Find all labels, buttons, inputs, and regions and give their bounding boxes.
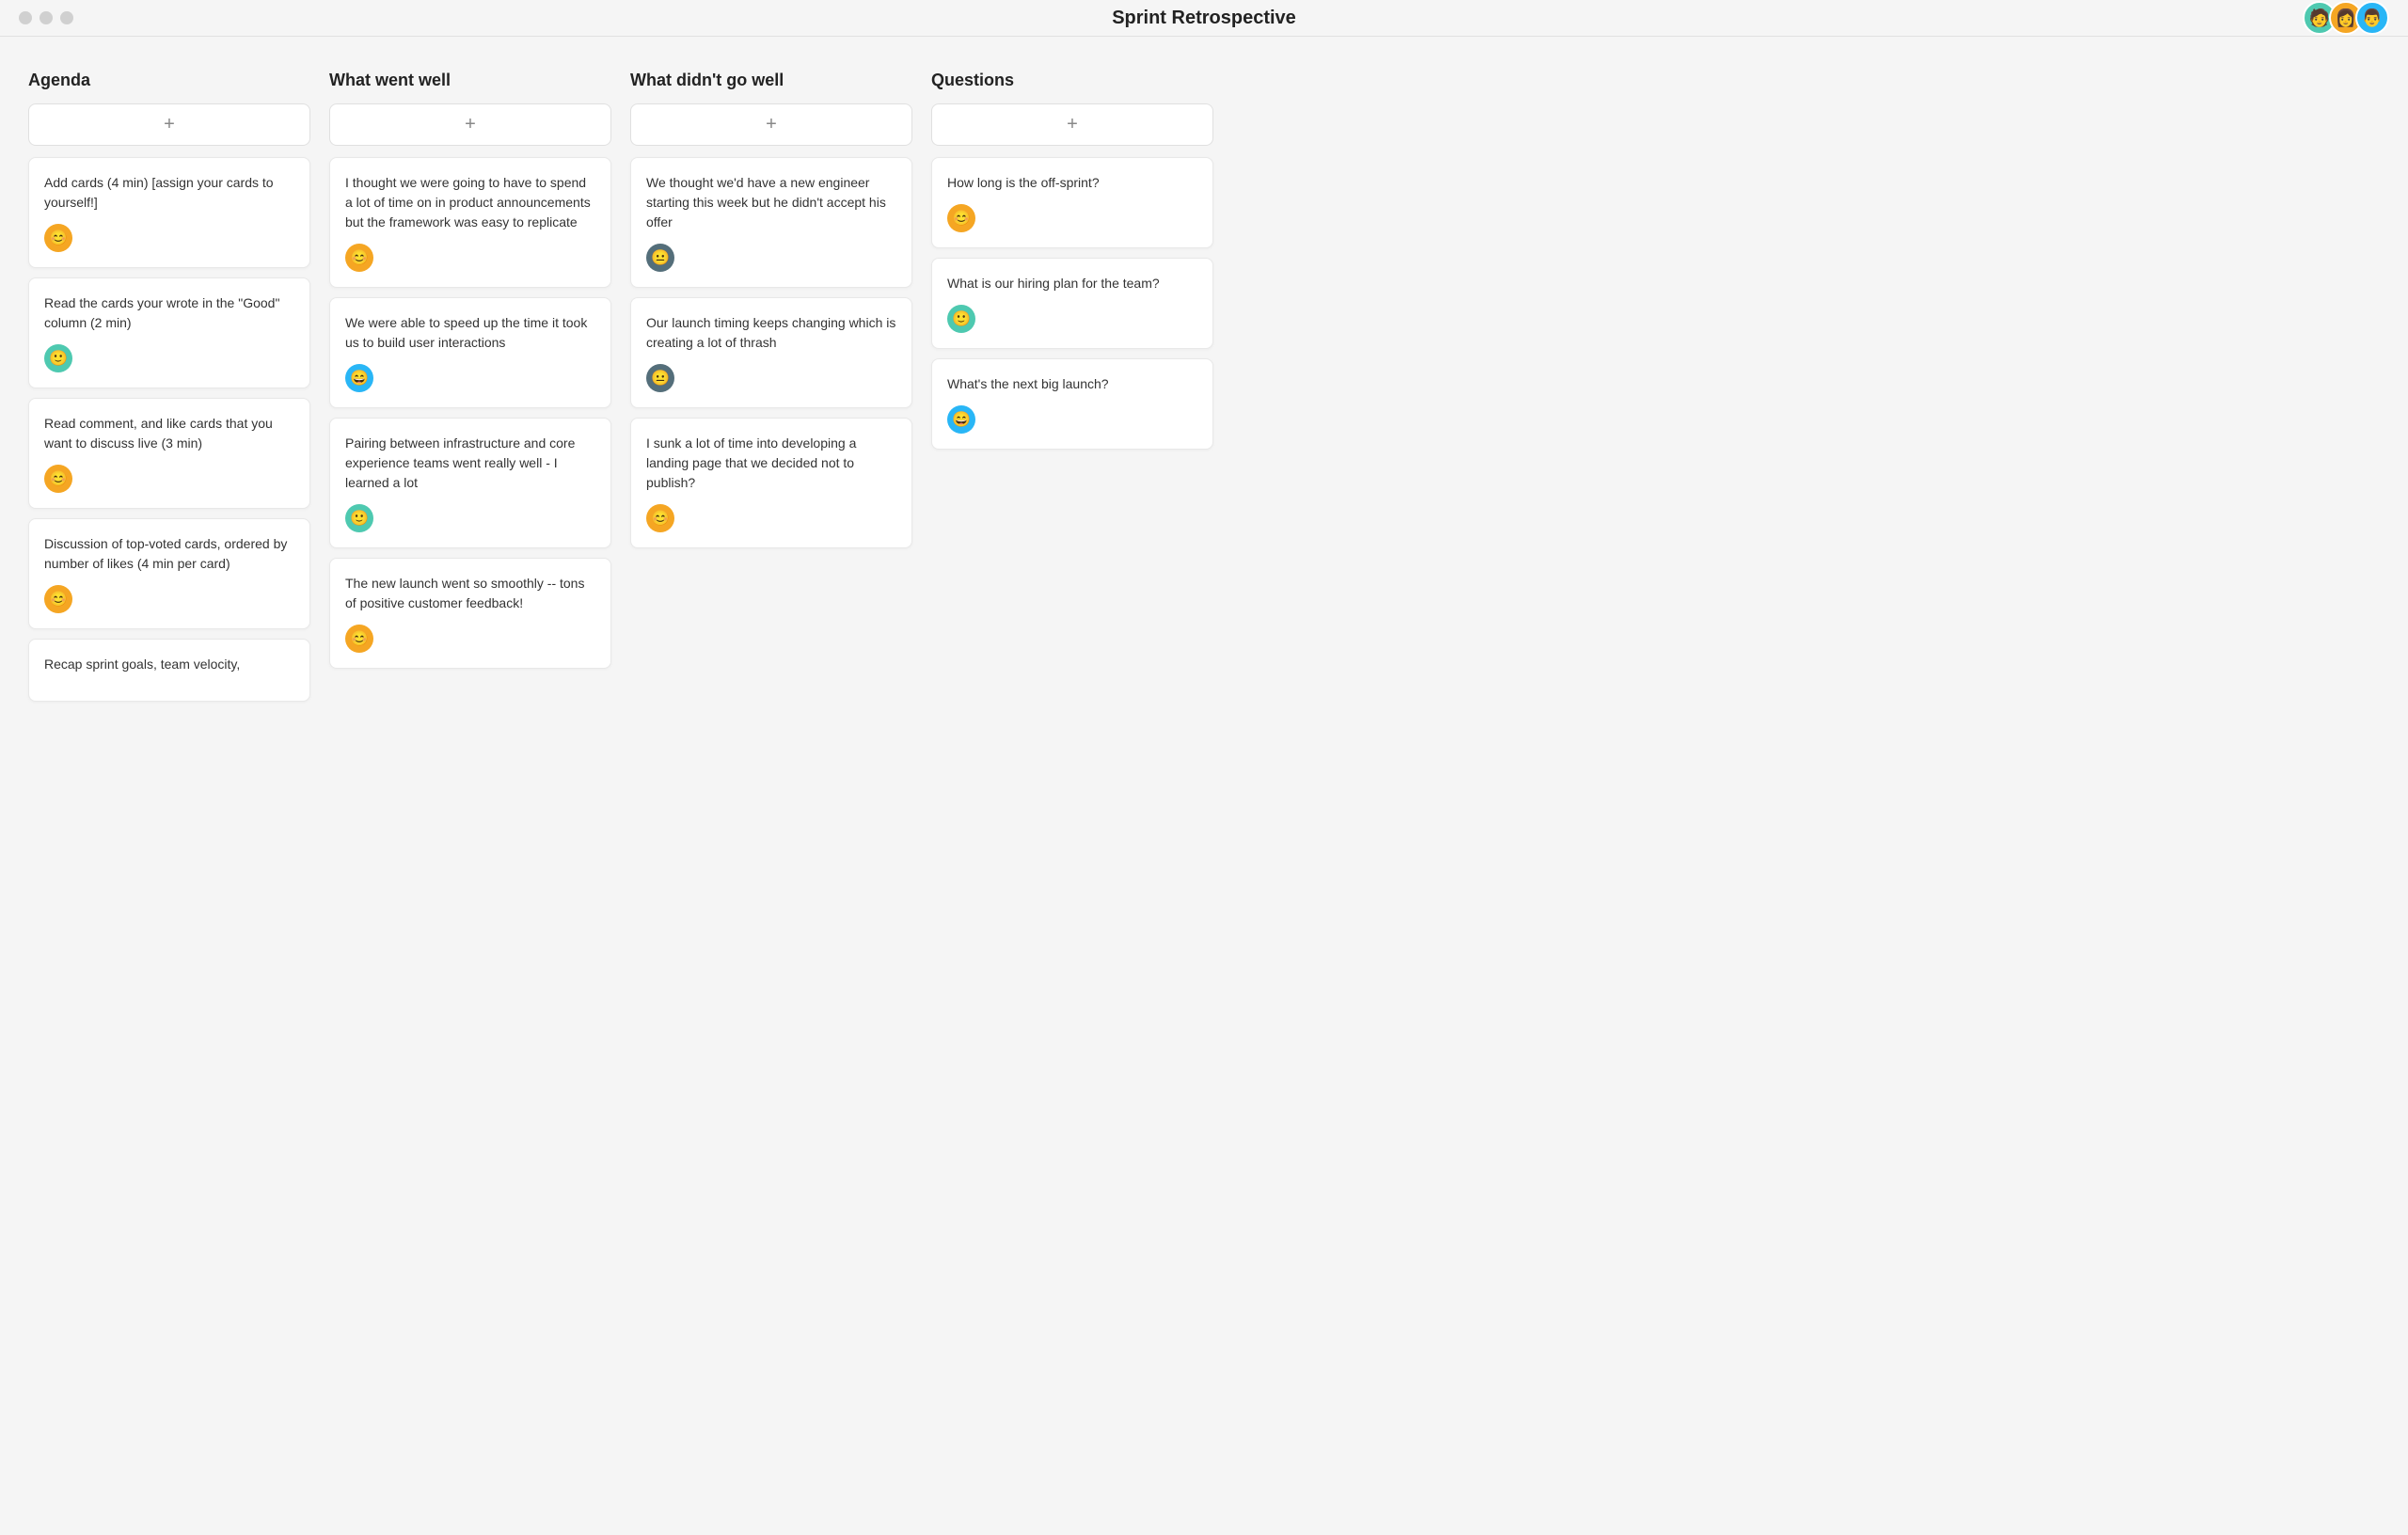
page-title: Sprint Retrospective (1112, 8, 1296, 29)
card-text: Read comment, and like cards that you wa… (44, 414, 294, 453)
card-text: Pairing between infrastructure and core … (345, 434, 595, 493)
add-card-button-went-well[interactable]: + (329, 103, 611, 146)
card-agenda-4[interactable]: Recap sprint goals, team velocity, (28, 639, 310, 702)
card-went-well-3[interactable]: The new launch went so smoothly -- tons … (329, 558, 611, 669)
card-text: We were able to speed up the time it too… (345, 313, 595, 353)
card-agenda-1[interactable]: Read the cards your wrote in the "Good" … (28, 277, 310, 388)
card-avatar: 😊 (345, 244, 373, 272)
card-avatar: 😊 (44, 585, 72, 613)
card-agenda-2[interactable]: Read comment, and like cards that you wa… (28, 398, 310, 509)
add-card-button-agenda[interactable]: + (28, 103, 310, 146)
card-text: The new launch went so smoothly -- tons … (345, 574, 595, 613)
window-controls (19, 11, 73, 24)
card-avatar: 😊 (646, 504, 674, 532)
column-header-went-well: What went well (329, 71, 611, 90)
window-dot-green (60, 11, 73, 24)
column-header-questions: Questions (931, 71, 1213, 90)
column-header-agenda: Agenda (28, 71, 310, 90)
card-text: Recap sprint goals, team velocity, (44, 655, 294, 674)
column-questions: Questions + How long is the off-sprint? 😊 Wh… (931, 71, 1213, 711)
card-text: I thought we were going to have to spend… (345, 173, 595, 232)
card-avatar: 🙂 (947, 305, 975, 333)
card-text: We thought we'd have a new engineer star… (646, 173, 896, 232)
card-went-well-0[interactable]: I thought we were going to have to spend… (329, 157, 611, 288)
card-agenda-3[interactable]: Discussion of top-voted cards, ordered b… (28, 518, 310, 629)
add-card-button-didnt-go-well[interactable]: + (630, 103, 912, 146)
card-text: I sunk a lot of time into developing a l… (646, 434, 896, 493)
card-text: What's the next big launch? (947, 374, 1197, 394)
column-header-didnt-go-well: What didn't go well (630, 71, 912, 90)
user-avatar-2: 👨 (2355, 1, 2389, 35)
card-questions-1[interactable]: What is our hiring plan for the team? 🙂 (931, 258, 1213, 349)
card-went-well-2[interactable]: Pairing between infrastructure and core … (329, 418, 611, 548)
user-avatars: 🧑👩👨 (2303, 1, 2389, 35)
card-avatar: 😊 (947, 204, 975, 232)
card-text: Read the cards your wrote in the "Good" … (44, 293, 294, 333)
title-bar: Sprint Retrospective 🧑👩👨 (0, 0, 2408, 36)
column-didnt-go-well: What didn't go well + We thought we'd have… (630, 71, 912, 711)
window-dot-red (19, 11, 32, 24)
card-text: How long is the off-sprint? (947, 173, 1197, 193)
card-didnt-go-well-1[interactable]: Our launch timing keeps changing which i… (630, 297, 912, 408)
board: Agenda + Add cards (4 min) [assign your ca… (0, 52, 2408, 730)
card-text: Our launch timing keeps changing which i… (646, 313, 896, 353)
card-agenda-0[interactable]: Add cards (4 min) [assign your cards to … (28, 157, 310, 268)
card-avatar: 😊 (345, 625, 373, 653)
card-didnt-go-well-2[interactable]: I sunk a lot of time into developing a l… (630, 418, 912, 548)
card-text: Add cards (4 min) [assign your cards to … (44, 173, 294, 213)
column-went-well: What went well + I thought we were going t… (329, 71, 611, 711)
card-avatar: 😊 (44, 224, 72, 252)
card-questions-2[interactable]: What's the next big launch? 😄 (931, 358, 1213, 450)
card-didnt-go-well-0[interactable]: We thought we'd have a new engineer star… (630, 157, 912, 288)
card-avatar: 😐 (646, 244, 674, 272)
card-questions-0[interactable]: How long is the off-sprint? 😊 (931, 157, 1213, 248)
add-card-button-questions[interactable]: + (931, 103, 1213, 146)
card-avatar: 😄 (345, 364, 373, 392)
card-text: What is our hiring plan for the team? (947, 274, 1197, 293)
card-avatar: 🙂 (44, 344, 72, 372)
card-avatar: 😊 (44, 465, 72, 493)
card-avatar: 🙂 (345, 504, 373, 532)
divider (0, 36, 2408, 37)
card-avatar: 😄 (947, 405, 975, 434)
window-dot-yellow (40, 11, 53, 24)
card-avatar: 😐 (646, 364, 674, 392)
card-text: Discussion of top-voted cards, ordered b… (44, 534, 294, 574)
card-went-well-1[interactable]: We were able to speed up the time it too… (329, 297, 611, 408)
column-agenda: Agenda + Add cards (4 min) [assign your ca… (28, 71, 310, 711)
